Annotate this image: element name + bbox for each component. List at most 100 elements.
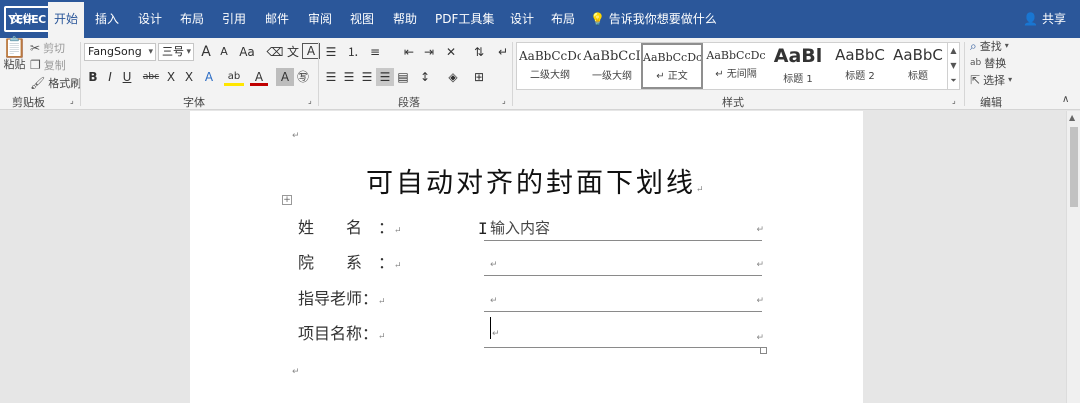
chevron-up-icon[interactable]: ▲ <box>948 43 959 58</box>
show-marks-icon[interactable]: ↵ <box>494 43 512 61</box>
chevron-down-icon: ▾ <box>1008 75 1013 84</box>
tab-home[interactable]: 开始 <box>48 2 85 38</box>
gallery-expand-icon[interactable]: ⏷ <box>948 73 959 88</box>
paragraph-mark: ↵ <box>378 297 386 307</box>
ribbon-separator <box>964 42 965 106</box>
style-outline-2[interactable]: AaBbCcDc 二级大纲 <box>519 43 581 89</box>
chevron-up-icon[interactable]: ▲ <box>1069 113 1075 122</box>
select-button[interactable]: ⇱ 选择 ▾ <box>970 72 1012 88</box>
chevron-down-icon: ▾ <box>148 47 153 57</box>
font-family-select[interactable]: FangSong ▾ <box>84 43 156 61</box>
tab-pdf-tools[interactable]: PDF工具集 <box>435 0 494 38</box>
replace-button[interactable]: ab 替换 <box>970 55 1006 71</box>
find-button[interactable]: ⌕ 查找 ▾ <box>970 38 1009 54</box>
scrollbar-thumb[interactable] <box>1070 127 1078 207</box>
enclose-characters-icon[interactable]: ㊢ <box>294 68 312 86</box>
clear-formatting-icon[interactable]: ⌫ <box>266 43 284 61</box>
text-effects-button[interactable]: A <box>200 68 218 86</box>
highlight-button[interactable]: ab <box>224 68 244 86</box>
tab-design[interactable]: 设计 <box>138 0 162 38</box>
tab-view[interactable]: 视图 <box>350 0 374 38</box>
italic-button[interactable]: I <box>101 68 119 86</box>
document-page[interactable]: ↵ 可自动对齐的封面下划线↵ + 姓 名 ： ↵ 输入内容 ↵ 院 系 ： ↵ ↵ … <box>190 111 863 403</box>
bold-button[interactable]: B <box>84 68 102 86</box>
document-title[interactable]: 可自动对齐的封面下划线↵ <box>366 161 704 200</box>
tell-me-box[interactable]: 💡 告诉我你想要做什么 <box>590 0 717 38</box>
styles-launcher-icon[interactable]: ⌟ <box>952 96 956 105</box>
paragraph-mark: ↵ <box>756 296 764 306</box>
increase-indent-icon[interactable]: ⇥ <box>420 43 438 61</box>
cut-button[interactable]: ✂ 剪切 <box>30 40 65 56</box>
align-right-icon[interactable]: ☰ <box>358 68 376 86</box>
field-label-text: 院 系 ： <box>298 253 395 272</box>
table-move-handle[interactable]: + <box>282 195 292 205</box>
clipboard-launcher-icon[interactable]: ⌟ <box>70 96 74 105</box>
bullets-icon[interactable]: ☰ <box>322 43 340 61</box>
sort-icon[interactable]: ⇅ <box>470 43 488 61</box>
character-shading-button[interactable]: A <box>276 68 294 86</box>
tab-insert[interactable]: 插入 <box>95 0 119 38</box>
vertical-scrollbar[interactable]: ▲ <box>1066 111 1080 403</box>
tab-references[interactable]: 引用 <box>222 0 246 38</box>
distributed-icon[interactable]: ▤ <box>394 68 412 86</box>
chevron-down-icon[interactable]: ▼ <box>948 58 959 73</box>
style-heading-1[interactable]: AaBl 标题 1 <box>767 43 829 89</box>
style-no-spacing[interactable]: AaBbCcDc ↵ 无间隔 <box>705 43 767 89</box>
phonetic-guide-button[interactable]: 文 <box>284 43 302 61</box>
grow-font-button[interactable]: A <box>197 43 215 61</box>
strikethrough-button[interactable]: abc <box>140 68 162 86</box>
editing-group-label: 编辑 <box>980 96 1002 109</box>
ribbon-separator <box>80 42 81 106</box>
paragraph-mark: ↵ <box>756 225 764 235</box>
replace-icon: ab <box>970 58 982 68</box>
tab-mailings[interactable]: 邮件 <box>265 0 289 38</box>
tab-help[interactable]: 帮助 <box>393 0 417 38</box>
paragraph-mark: ↵ <box>696 185 704 195</box>
style-sample: AaBbC <box>893 46 943 64</box>
change-case-button[interactable]: Aa <box>236 43 258 61</box>
superscript-button[interactable]: X <box>180 68 198 86</box>
field-label-text: 姓 名 ： <box>298 218 395 237</box>
tab-table-layout[interactable]: 布局 <box>551 0 575 38</box>
font-launcher-icon[interactable]: ⌟ <box>308 96 312 105</box>
paste-button[interactable]: 📋 粘贴 <box>2 37 27 72</box>
borders-icon[interactable]: ⊞ <box>470 68 488 86</box>
justify-icon[interactable]: ☰ <box>376 68 394 86</box>
style-normal[interactable]: AaBbCcDc ↵ 正文 <box>641 43 703 89</box>
field-project-input[interactable]: ↵ ↵ <box>484 315 764 348</box>
gallery-scroll[interactable]: ▲ ▼ ⏷ <box>947 43 959 89</box>
tab-file[interactable]: 文件 <box>10 0 34 38</box>
field-name-input[interactable]: 输入内容 ↵ <box>484 215 764 241</box>
align-center-icon[interactable]: ☰ <box>340 68 358 86</box>
subscript-button[interactable]: X <box>162 68 180 86</box>
style-outline-1[interactable]: AaBbCcI 一级大纲 <box>581 43 643 89</box>
chinese-layout-icon[interactable]: ✕ <box>442 43 460 61</box>
paste-label: 粘贴 <box>3 58 26 71</box>
copy-button[interactable]: ❐ 复制 <box>30 57 66 73</box>
line-spacing-icon[interactable]: ↕ <box>416 68 434 86</box>
multilevel-list-icon[interactable]: ≡ <box>366 43 384 61</box>
shrink-font-button[interactable]: A <box>215 43 233 61</box>
paragraph-mark: ↵ <box>292 131 300 141</box>
style-title[interactable]: AaBbC 标题 <box>887 43 949 89</box>
paragraph-launcher-icon[interactable]: ⌟ <box>502 96 506 105</box>
numbering-icon[interactable]: ⒈ <box>344 43 362 61</box>
align-left-icon[interactable]: ☰ <box>322 68 340 86</box>
collapse-ribbon-icon[interactable]: ∧ <box>1062 94 1069 105</box>
share-button[interactable]: 👤 共享 <box>1023 0 1066 38</box>
tab-review[interactable]: 审阅 <box>308 0 332 38</box>
format-painter-button[interactable]: 🖌 格式刷 <box>30 75 81 91</box>
field-advisor-input[interactable]: ↵ ↵ <box>484 286 764 312</box>
font-color-button[interactable]: A <box>250 68 268 86</box>
styles-group-label: 样式 <box>722 96 744 109</box>
tab-table-design[interactable]: 设计 <box>510 0 534 38</box>
underline-button[interactable]: U <box>118 68 136 86</box>
field-department-input[interactable]: ↵ ↵ <box>484 250 764 276</box>
tab-layout[interactable]: 布局 <box>180 0 204 38</box>
table-resize-handle[interactable] <box>760 347 767 354</box>
font-size-select[interactable]: 三号 ▾ <box>158 43 194 61</box>
style-heading-2[interactable]: AaBbC 标题 2 <box>829 43 891 89</box>
shading-icon[interactable]: ◈ <box>444 68 462 86</box>
field-label-project: 项目名称：↵ <box>298 320 386 344</box>
decrease-indent-icon[interactable]: ⇤ <box>400 43 418 61</box>
